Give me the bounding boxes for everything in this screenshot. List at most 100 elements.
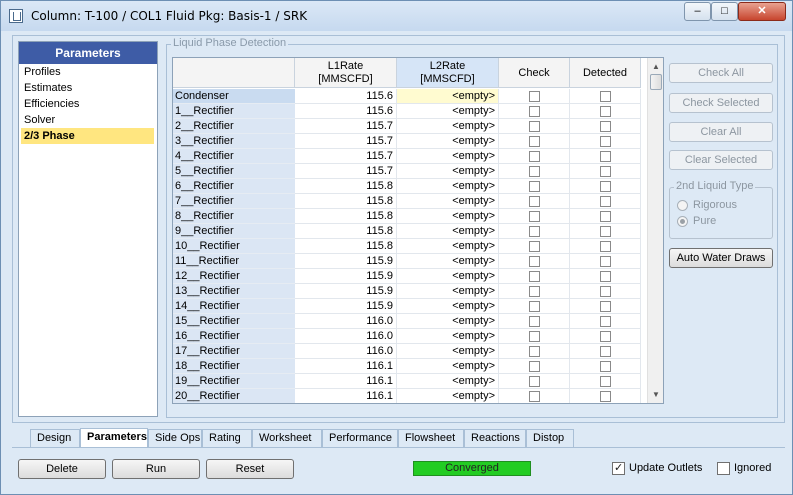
nav-item[interactable]: Efficiencies xyxy=(19,96,157,112)
tab-side-ops[interactable]: Side Ops xyxy=(148,429,202,447)
l1rate-cell[interactable]: 115.7 xyxy=(295,134,397,149)
detected-checkbox[interactable] xyxy=(600,316,611,327)
l1rate-cell[interactable]: 115.8 xyxy=(295,209,397,224)
l2rate-cell[interactable]: <empty> xyxy=(397,134,499,149)
check-checkbox[interactable] xyxy=(529,346,540,357)
l1rate-cell[interactable]: 116.1 xyxy=(295,389,397,403)
run-button[interactable]: Run xyxy=(112,459,200,479)
detected-checkbox[interactable] xyxy=(600,286,611,297)
nav-item[interactable]: Solver xyxy=(19,112,157,128)
l1rate-cell[interactable]: 116.1 xyxy=(295,374,397,389)
l2rate-cell[interactable]: <empty> xyxy=(397,374,499,389)
detected-checkbox[interactable] xyxy=(600,331,611,342)
l1rate-cell[interactable]: 116.0 xyxy=(295,314,397,329)
check-checkbox[interactable] xyxy=(529,106,540,117)
check-checkbox[interactable] xyxy=(529,121,540,132)
minimize-button[interactable]: – xyxy=(684,2,711,21)
detected-checkbox[interactable] xyxy=(600,376,611,387)
l2rate-cell[interactable]: <empty> xyxy=(397,209,499,224)
l2rate-cell[interactable]: <empty> xyxy=(397,254,499,269)
tab-flowsheet[interactable]: Flowsheet xyxy=(398,429,464,447)
check-checkbox[interactable] xyxy=(529,91,540,102)
l2rate-cell[interactable]: <empty> xyxy=(397,329,499,344)
detected-checkbox[interactable] xyxy=(600,346,611,357)
l1rate-cell[interactable]: 115.9 xyxy=(295,254,397,269)
l2rate-cell[interactable]: <empty> xyxy=(397,179,499,194)
tab-distop[interactable]: Distop xyxy=(526,429,574,447)
detected-checkbox[interactable] xyxy=(600,361,611,372)
check-checkbox[interactable] xyxy=(529,256,540,267)
update-outlets-checkbox[interactable] xyxy=(612,461,625,475)
reset-button[interactable]: Reset xyxy=(206,459,294,479)
check-selected-button[interactable]: Check Selected xyxy=(669,93,773,113)
l2rate-cell[interactable]: <empty> xyxy=(397,194,499,209)
pure-radio[interactable] xyxy=(677,216,688,227)
nav-item[interactable]: 2/3 Phase xyxy=(21,128,154,144)
l2rate-cell[interactable]: <empty> xyxy=(397,359,499,374)
detected-checkbox[interactable] xyxy=(600,241,611,252)
check-checkbox[interactable] xyxy=(529,361,540,372)
check-checkbox[interactable] xyxy=(529,301,540,312)
maximize-button[interactable]: □ xyxy=(711,2,738,21)
check-checkbox[interactable] xyxy=(529,271,540,282)
detected-checkbox[interactable] xyxy=(600,211,611,222)
check-checkbox[interactable] xyxy=(529,166,540,177)
detected-checkbox[interactable] xyxy=(600,151,611,162)
l2rate-cell[interactable]: <empty> xyxy=(397,239,499,254)
auto-water-draws-button[interactable]: Auto Water Draws xyxy=(669,248,773,268)
l1rate-cell[interactable]: 115.8 xyxy=(295,179,397,194)
tab-parameters[interactable]: Parameters xyxy=(80,428,148,447)
check-checkbox[interactable] xyxy=(529,241,540,252)
l1rate-cell[interactable]: 115.6 xyxy=(295,89,397,104)
detected-checkbox[interactable] xyxy=(600,271,611,282)
l2rate-cell[interactable]: <empty> xyxy=(397,149,499,164)
l1rate-cell[interactable]: 115.8 xyxy=(295,239,397,254)
tab-worksheet[interactable]: Worksheet xyxy=(252,429,322,447)
delete-button[interactable]: Delete xyxy=(18,459,106,479)
detected-checkbox[interactable] xyxy=(600,226,611,237)
detected-checkbox[interactable] xyxy=(600,181,611,192)
check-checkbox[interactable] xyxy=(529,331,540,342)
l1rate-cell[interactable]: 116.1 xyxy=(295,359,397,374)
detected-checkbox[interactable] xyxy=(600,391,611,402)
check-checkbox[interactable] xyxy=(529,316,540,327)
clear-all-button[interactable]: Clear All xyxy=(669,122,773,142)
check-checkbox[interactable] xyxy=(529,376,540,387)
clear-selected-button[interactable]: Clear Selected xyxy=(669,150,773,170)
l2rate-cell[interactable]: <empty> xyxy=(397,314,499,329)
close-button[interactable]: ✕ xyxy=(738,2,786,21)
detected-checkbox[interactable] xyxy=(600,91,611,102)
l2rate-cell[interactable]: <empty> xyxy=(397,104,499,119)
l1rate-cell[interactable]: 115.8 xyxy=(295,224,397,239)
check-checkbox[interactable] xyxy=(529,226,540,237)
check-checkbox[interactable] xyxy=(529,211,540,222)
scroll-up-icon[interactable]: ▲ xyxy=(652,62,660,71)
tab-reactions[interactable]: Reactions xyxy=(464,429,526,447)
l1rate-cell[interactable]: 115.6 xyxy=(295,104,397,119)
l1rate-cell[interactable]: 115.7 xyxy=(295,119,397,134)
l1rate-cell[interactable]: 116.0 xyxy=(295,344,397,359)
detected-checkbox[interactable] xyxy=(600,196,611,207)
detected-checkbox[interactable] xyxy=(600,256,611,267)
l1rate-cell[interactable]: 115.9 xyxy=(295,299,397,314)
check-checkbox[interactable] xyxy=(529,286,540,297)
l1rate-cell[interactable]: 115.9 xyxy=(295,269,397,284)
detected-checkbox[interactable] xyxy=(600,166,611,177)
check-checkbox[interactable] xyxy=(529,181,540,192)
l1rate-cell[interactable]: 116.0 xyxy=(295,329,397,344)
l1rate-cell[interactable]: 115.9 xyxy=(295,284,397,299)
l2rate-cell[interactable]: <empty> xyxy=(397,389,499,403)
detected-checkbox[interactable] xyxy=(600,301,611,312)
l2rate-cell[interactable]: <empty> xyxy=(397,344,499,359)
tab-design[interactable]: Design xyxy=(30,429,80,447)
check-checkbox[interactable] xyxy=(529,151,540,162)
l1rate-cell[interactable]: 115.7 xyxy=(295,164,397,179)
l1rate-cell[interactable]: 115.8 xyxy=(295,194,397,209)
nav-item[interactable]: Profiles xyxy=(19,64,157,80)
grid-scrollbar[interactable]: ▲ ▼ xyxy=(647,58,663,403)
l2rate-cell[interactable]: <empty> xyxy=(397,119,499,134)
scroll-thumb[interactable] xyxy=(650,74,662,90)
tab-performance[interactable]: Performance xyxy=(322,429,398,447)
l2rate-cell[interactable]: <empty> xyxy=(397,269,499,284)
detected-checkbox[interactable] xyxy=(600,136,611,147)
